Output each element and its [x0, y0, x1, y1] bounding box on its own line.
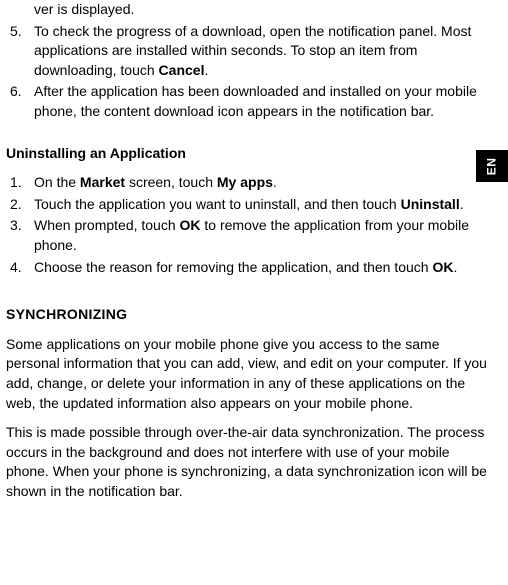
step-text: Choose the reason for removing the appli… [34, 258, 490, 278]
step-number: 6. [10, 82, 34, 121]
my-apps-label: My apps [217, 174, 273, 190]
partial-line: ver is displayed. [34, 0, 490, 20]
step-number: 5. [10, 22, 34, 81]
sync-paragraph-1: Some applications on your mobile phone g… [6, 335, 490, 413]
step-text: On the Market screen, touch My apps. [34, 173, 490, 193]
step-text: When prompted, touch OK to remove the ap… [34, 216, 490, 255]
uninstall-label: Uninstall [401, 196, 460, 212]
list-item: 2. Touch the application you want to uni… [10, 195, 490, 215]
step-number: 3. [10, 216, 34, 255]
install-steps-list: 5. To check the progress of a download, … [10, 22, 490, 122]
step-number: 1. [10, 173, 34, 193]
section-heading-synchronizing: SYNCHRONIZING [6, 305, 490, 325]
step-number: 4. [10, 258, 34, 278]
language-code: EN [484, 157, 501, 175]
section-heading-uninstall: Uninstalling an Application [6, 144, 490, 164]
ok-label: OK [432, 259, 453, 275]
sync-paragraph-2: This is made possible through over-the-a… [6, 423, 490, 501]
market-label: Market [80, 174, 125, 190]
list-item: 3. When prompted, touch OK to remove the… [10, 216, 490, 255]
list-item: 1. On the Market screen, touch My apps. [10, 173, 490, 193]
list-item: 5. To check the progress of a download, … [10, 22, 490, 81]
cancel-label: Cancel [159, 62, 205, 78]
ok-label: OK [180, 217, 201, 233]
step-number: 2. [10, 195, 34, 215]
list-item: 6. After the application has been downlo… [10, 82, 490, 121]
step-text: To check the progress of a download, ope… [34, 22, 490, 81]
uninstall-steps-list: 1. On the Market screen, touch My apps. … [10, 173, 490, 277]
step-text: Touch the application you want to uninst… [34, 195, 490, 215]
language-tab: EN [476, 150, 508, 182]
step-text: After the application has been downloade… [34, 82, 490, 121]
list-item: 4. Choose the reason for removing the ap… [10, 258, 490, 278]
